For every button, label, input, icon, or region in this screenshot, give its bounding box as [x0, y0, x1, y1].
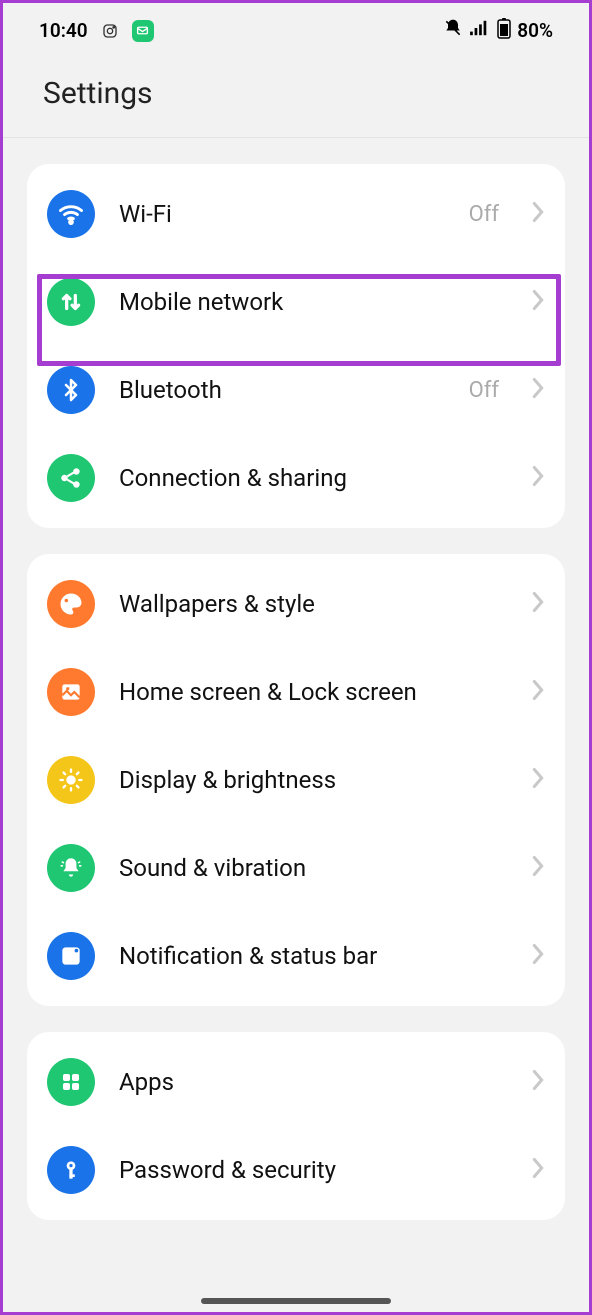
- settings-row-mobile-network[interactable]: Mobile network: [27, 258, 565, 346]
- settings-row-homescreen[interactable]: Home screen & Lock screen: [27, 648, 565, 736]
- status-time: 10:40: [39, 19, 88, 42]
- settings-row-apps[interactable]: Apps: [27, 1038, 565, 1126]
- share-icon: [47, 454, 95, 502]
- row-label: Bluetooth: [119, 376, 445, 404]
- settings-group-system: Apps Password & security: [27, 1032, 565, 1220]
- settings-row-bluetooth[interactable]: Bluetooth Off: [27, 346, 565, 434]
- chevron-right-icon: [531, 679, 545, 705]
- palette-icon: [47, 580, 95, 628]
- row-label: Wallpapers & style: [119, 590, 507, 618]
- chevron-right-icon: [531, 1157, 545, 1183]
- settings-row-display[interactable]: Display & brightness: [27, 736, 565, 824]
- settings-row-connection-sharing[interactable]: Connection & sharing: [27, 434, 565, 522]
- settings-row-password[interactable]: Password & security: [27, 1126, 565, 1214]
- battery-text: 80%: [517, 19, 553, 42]
- key-icon: [47, 1146, 95, 1194]
- brightness-icon: [47, 756, 95, 804]
- image-icon: [47, 668, 95, 716]
- status-left: 10:40: [39, 19, 154, 42]
- page-title: Settings: [3, 52, 589, 137]
- row-label: Home screen & Lock screen: [119, 678, 507, 706]
- home-indicator[interactable]: [201, 1298, 391, 1304]
- settings-row-sound[interactable]: Sound & vibration: [27, 824, 565, 912]
- settings-group-connectivity: Wi-Fi Off Mobile network Bluetooth Off C…: [27, 164, 565, 528]
- row-status: Off: [469, 378, 499, 403]
- status-bar: 10:40 80%: [3, 3, 589, 52]
- settings-group-display: Wallpapers & style Home screen & Lock sc…: [27, 554, 565, 1006]
- chevron-right-icon: [531, 943, 545, 969]
- chevron-right-icon: [531, 1069, 545, 1095]
- row-label: Mobile network: [119, 288, 507, 316]
- chevron-right-icon: [531, 201, 545, 227]
- chevron-right-icon: [531, 591, 545, 617]
- mail-icon: [132, 20, 154, 42]
- status-right: 80%: [443, 17, 553, 44]
- settings-row-notification[interactable]: Notification & status bar: [27, 912, 565, 1000]
- row-label: Notification & status bar: [119, 942, 507, 970]
- row-label: Sound & vibration: [119, 854, 507, 882]
- wifi-icon: [47, 190, 95, 238]
- chevron-right-icon: [531, 465, 545, 491]
- mobile-data-icon: [47, 278, 95, 326]
- chevron-right-icon: [531, 855, 545, 881]
- signal-icon: [469, 19, 491, 42]
- row-label: Wi-Fi: [119, 200, 445, 228]
- bluetooth-icon: [47, 366, 95, 414]
- bell-icon: [47, 844, 95, 892]
- chevron-right-icon: [531, 289, 545, 315]
- silent-icon: [443, 18, 463, 43]
- row-label: Apps: [119, 1068, 507, 1096]
- settings-list: Wi-Fi Off Mobile network Bluetooth Off C…: [3, 138, 589, 1220]
- chevron-right-icon: [531, 377, 545, 403]
- settings-row-wallpapers[interactable]: Wallpapers & style: [27, 560, 565, 648]
- battery-icon: [497, 17, 511, 44]
- row-label: Display & brightness: [119, 766, 507, 794]
- settings-row-wifi[interactable]: Wi-Fi Off: [27, 170, 565, 258]
- row-status: Off: [469, 202, 499, 227]
- instagram-icon: [100, 21, 120, 41]
- row-label: Password & security: [119, 1156, 507, 1184]
- apps-icon: [47, 1058, 95, 1106]
- notification-bar-icon: [47, 932, 95, 980]
- row-label: Connection & sharing: [119, 464, 507, 492]
- chevron-right-icon: [531, 767, 545, 793]
